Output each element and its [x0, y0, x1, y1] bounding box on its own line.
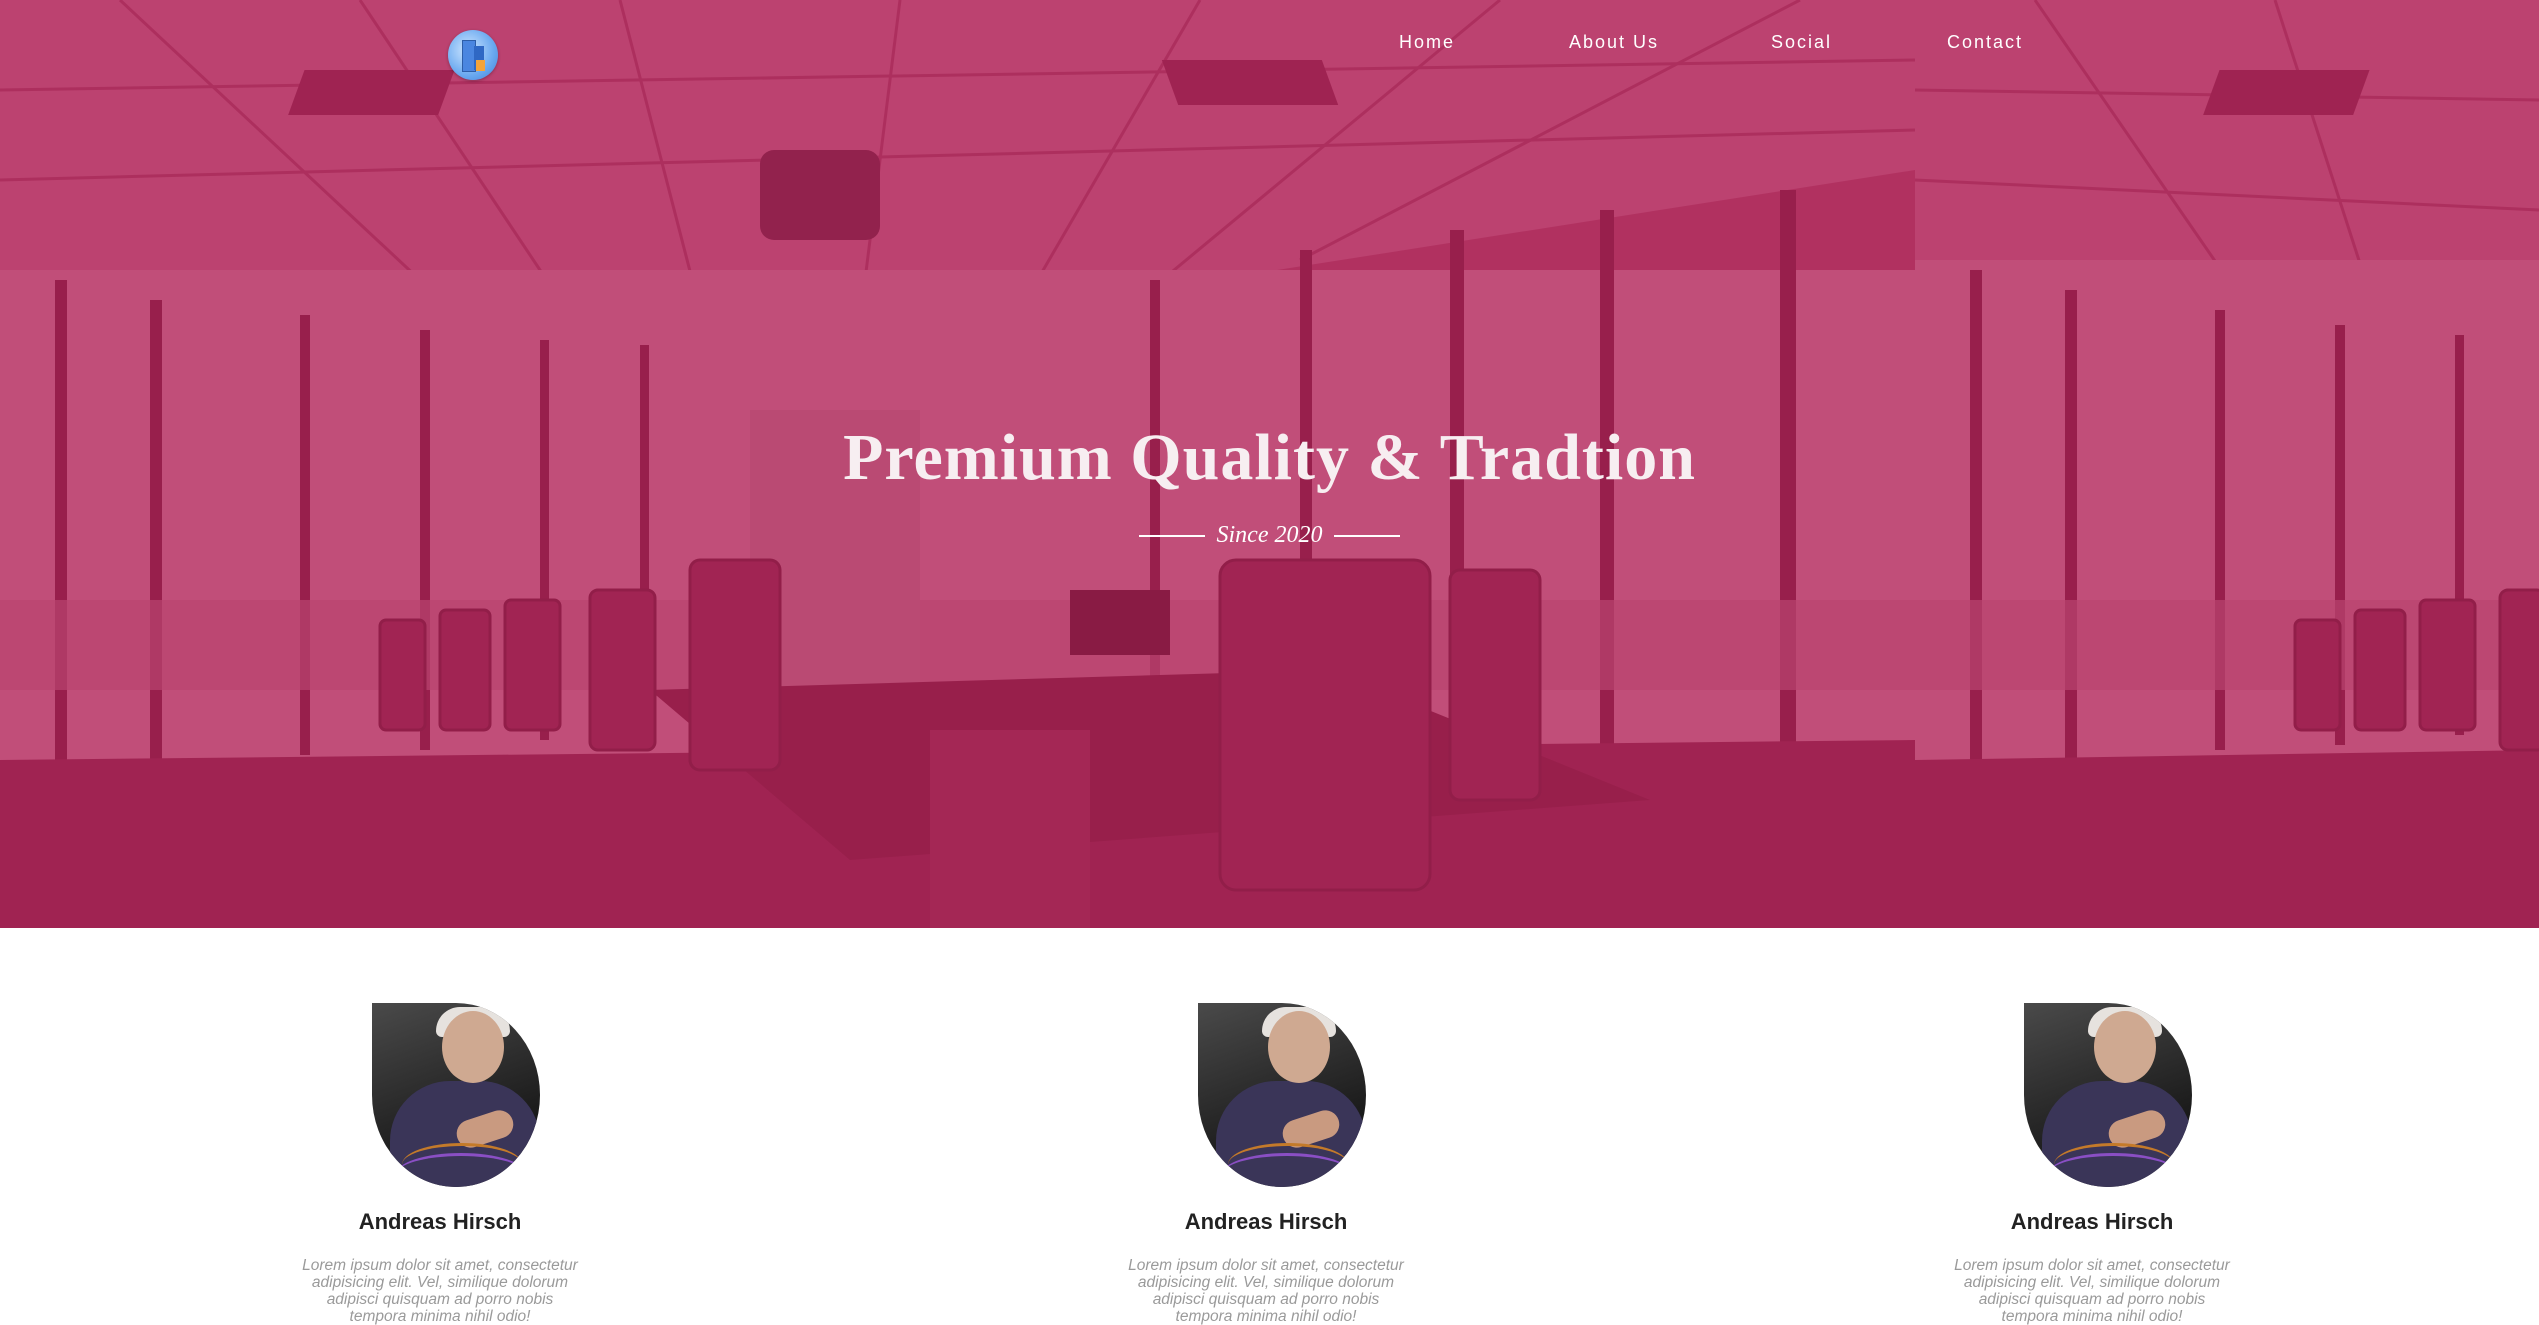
hero-title: Premium Quality & Tradtion [843, 421, 1696, 494]
building-logo-icon[interactable] [448, 30, 498, 80]
team-member-photo [1198, 1003, 1366, 1187]
decorative-line-right [1334, 535, 1401, 538]
team-member-photo [372, 1003, 540, 1187]
team-member-bio: Lorem ipsum dolor sit amet, consectetur … [1128, 1257, 1404, 1325]
hero-subtitle-row: Since 2020 [0, 522, 2539, 549]
top-navigation: Home About Us Social Contact [0, 0, 2539, 90]
hero-section: Home About Us Social Contact Premium Qua… [0, 0, 2539, 928]
team-member-name: Andreas Hirsch [2010, 1209, 2174, 1234]
team-member-photo [2024, 1003, 2192, 1187]
team-member-bio: Lorem ipsum dolor sit amet, consectetur … [1954, 1257, 2230, 1325]
nav-link-about-us[interactable]: About Us [1569, 32, 1659, 53]
hero-subtitle: Since 2020 [1216, 522, 1323, 548]
team-member-name: Andreas Hirsch [1184, 1209, 1348, 1234]
nav-link-home[interactable]: Home [1399, 32, 1455, 53]
decorative-line-left [1138, 535, 1205, 538]
team-member-bio: Lorem ipsum dolor sit amet, consectetur … [302, 1257, 578, 1325]
nav-link-contact[interactable]: Contact [1947, 32, 2023, 53]
nav-link-social[interactable]: Social [1771, 32, 1832, 53]
team-member-name: Andreas Hirsch [358, 1209, 522, 1234]
